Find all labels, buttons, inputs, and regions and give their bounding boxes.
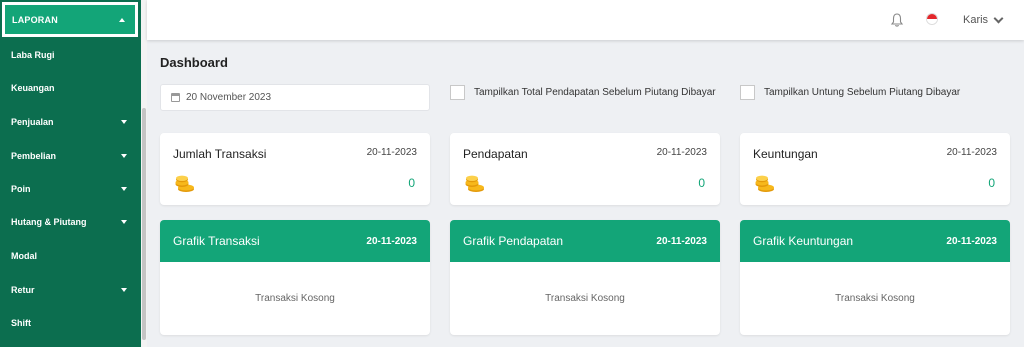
stat-card-keuntungan: Keuntungan 20-11-2023 0 [740, 133, 1010, 205]
sidebar-item-label: Modal [11, 251, 37, 261]
stat-value: 0 [408, 176, 415, 190]
caret-down-icon [121, 154, 127, 158]
chart-title: Grafik Pendapatan [463, 234, 564, 248]
chart-card-transaksi: Grafik Transaksi 20-11-2023 Transaksi Ko… [160, 220, 430, 335]
caret-down-icon [121, 187, 127, 191]
sidebar-item-retur[interactable]: Retur [0, 279, 141, 301]
sidebar-item-label: Hutang & Piutang [11, 217, 87, 227]
chart-date: 20-11-2023 [946, 235, 997, 247]
sidebar-item-laba-rugi[interactable]: Laba Rugi [0, 44, 141, 66]
sidebar-item-label: Laba Rugi [11, 50, 55, 60]
sidebar-section-laporan[interactable]: LAPORAN [2, 2, 138, 37]
user-menu[interactable]: Karis [963, 13, 1004, 26]
stat-date: 20-11-2023 [656, 147, 707, 158]
sidebar-item-label: Shift [11, 318, 31, 328]
chart-empty-message: Transaksi Kosong [255, 293, 335, 304]
bell-icon[interactable] [890, 12, 904, 28]
chart-title: Grafik Keuntungan [753, 234, 854, 248]
sidebar-item-label: Penjualan [11, 117, 54, 127]
caret-up-icon [119, 17, 125, 22]
sidebar-item-label: Poin [11, 184, 31, 194]
calendar-icon [171, 93, 180, 102]
chart-header: Grafik Keuntungan 20-11-2023 [740, 220, 1010, 262]
chart-date: 20-11-2023 [366, 235, 417, 247]
checkbox[interactable] [740, 85, 755, 100]
stat-card-pendapatan: Pendapatan 20-11-2023 0 [450, 133, 720, 205]
chart-date: 20-11-2023 [656, 235, 707, 247]
sidebar-scrollbar-thumb[interactable] [142, 108, 146, 340]
stat-card-jumlah-transaksi: Jumlah Transaksi 20-11-2023 0 [160, 133, 430, 205]
sidebar-item-label: Keuangan [11, 83, 55, 93]
sidebar-item-modal[interactable]: Modal [0, 245, 141, 267]
sidebar-item-keuangan[interactable]: Keuangan [0, 77, 141, 99]
sidebar-item-penjualan[interactable]: Penjualan [0, 111, 141, 133]
checkbox-label: Tampilkan Untung Sebelum Piutang Dibayar [764, 87, 961, 98]
chevron-down-icon [993, 13, 1004, 23]
user-name: Karis [963, 14, 989, 26]
sidebar-item-hutang-piutang[interactable]: Hutang & Piutang [0, 211, 141, 233]
chart-card-keuntungan: Grafik Keuntungan 20-11-2023 Transaksi K… [740, 220, 1010, 335]
sidebar-section-label: LAPORAN [12, 14, 58, 25]
caret-down-icon [121, 120, 127, 124]
indonesia-flag-icon[interactable] [926, 13, 938, 25]
chart-empty-message: Transaksi Kosong [545, 293, 625, 304]
caret-down-icon [121, 220, 127, 224]
chart-header: Grafik Transaksi 20-11-2023 [160, 220, 430, 262]
date-picker[interactable]: 20 November 2023 [160, 84, 430, 111]
stat-title: Keuntungan [753, 147, 818, 161]
sidebar-item-shift[interactable]: Shift [0, 312, 141, 334]
chart-title: Grafik Transaksi [173, 234, 260, 248]
sidebar-section-header[interactable]: LAPORAN [5, 5, 135, 34]
sidebar-item-label: Pembelian [11, 151, 57, 161]
sidebar-item-poin[interactable]: Poin [0, 178, 141, 200]
stat-value: 0 [698, 176, 705, 190]
page-title: Dashboard [160, 55, 228, 70]
stat-title: Pendapatan [463, 147, 528, 161]
stat-date: 20-11-2023 [946, 147, 997, 158]
chart-empty-message: Transaksi Kosong [835, 293, 915, 304]
checkbox-untung[interactable]: Tampilkan Untung Sebelum Piutang Dibayar [740, 85, 1010, 100]
checkbox-total-pendapatan[interactable]: Tampilkan Total Pendapatan Sebelum Piuta… [450, 85, 720, 100]
sidebar-item-pembelian[interactable]: Pembelian [0, 145, 141, 167]
sidebar: LAPORAN Laba Rugi Keuangan Penjualan Pem… [0, 0, 141, 347]
stat-value: 0 [988, 176, 995, 190]
coins-icon [175, 175, 194, 192]
date-value: 20 November 2023 [186, 92, 272, 103]
coins-icon [755, 175, 774, 192]
coins-icon [465, 175, 484, 192]
chart-header: Grafik Pendapatan 20-11-2023 [450, 220, 720, 262]
sidebar-item-label: Retur [11, 285, 35, 295]
stat-title: Jumlah Transaksi [173, 147, 267, 161]
checkbox-label: Tampilkan Total Pendapatan Sebelum Piuta… [474, 87, 716, 98]
caret-down-icon [121, 288, 127, 292]
chart-card-pendapatan: Grafik Pendapatan 20-11-2023 Transaksi K… [450, 220, 720, 335]
checkbox[interactable] [450, 85, 465, 100]
stat-date: 20-11-2023 [366, 147, 417, 158]
